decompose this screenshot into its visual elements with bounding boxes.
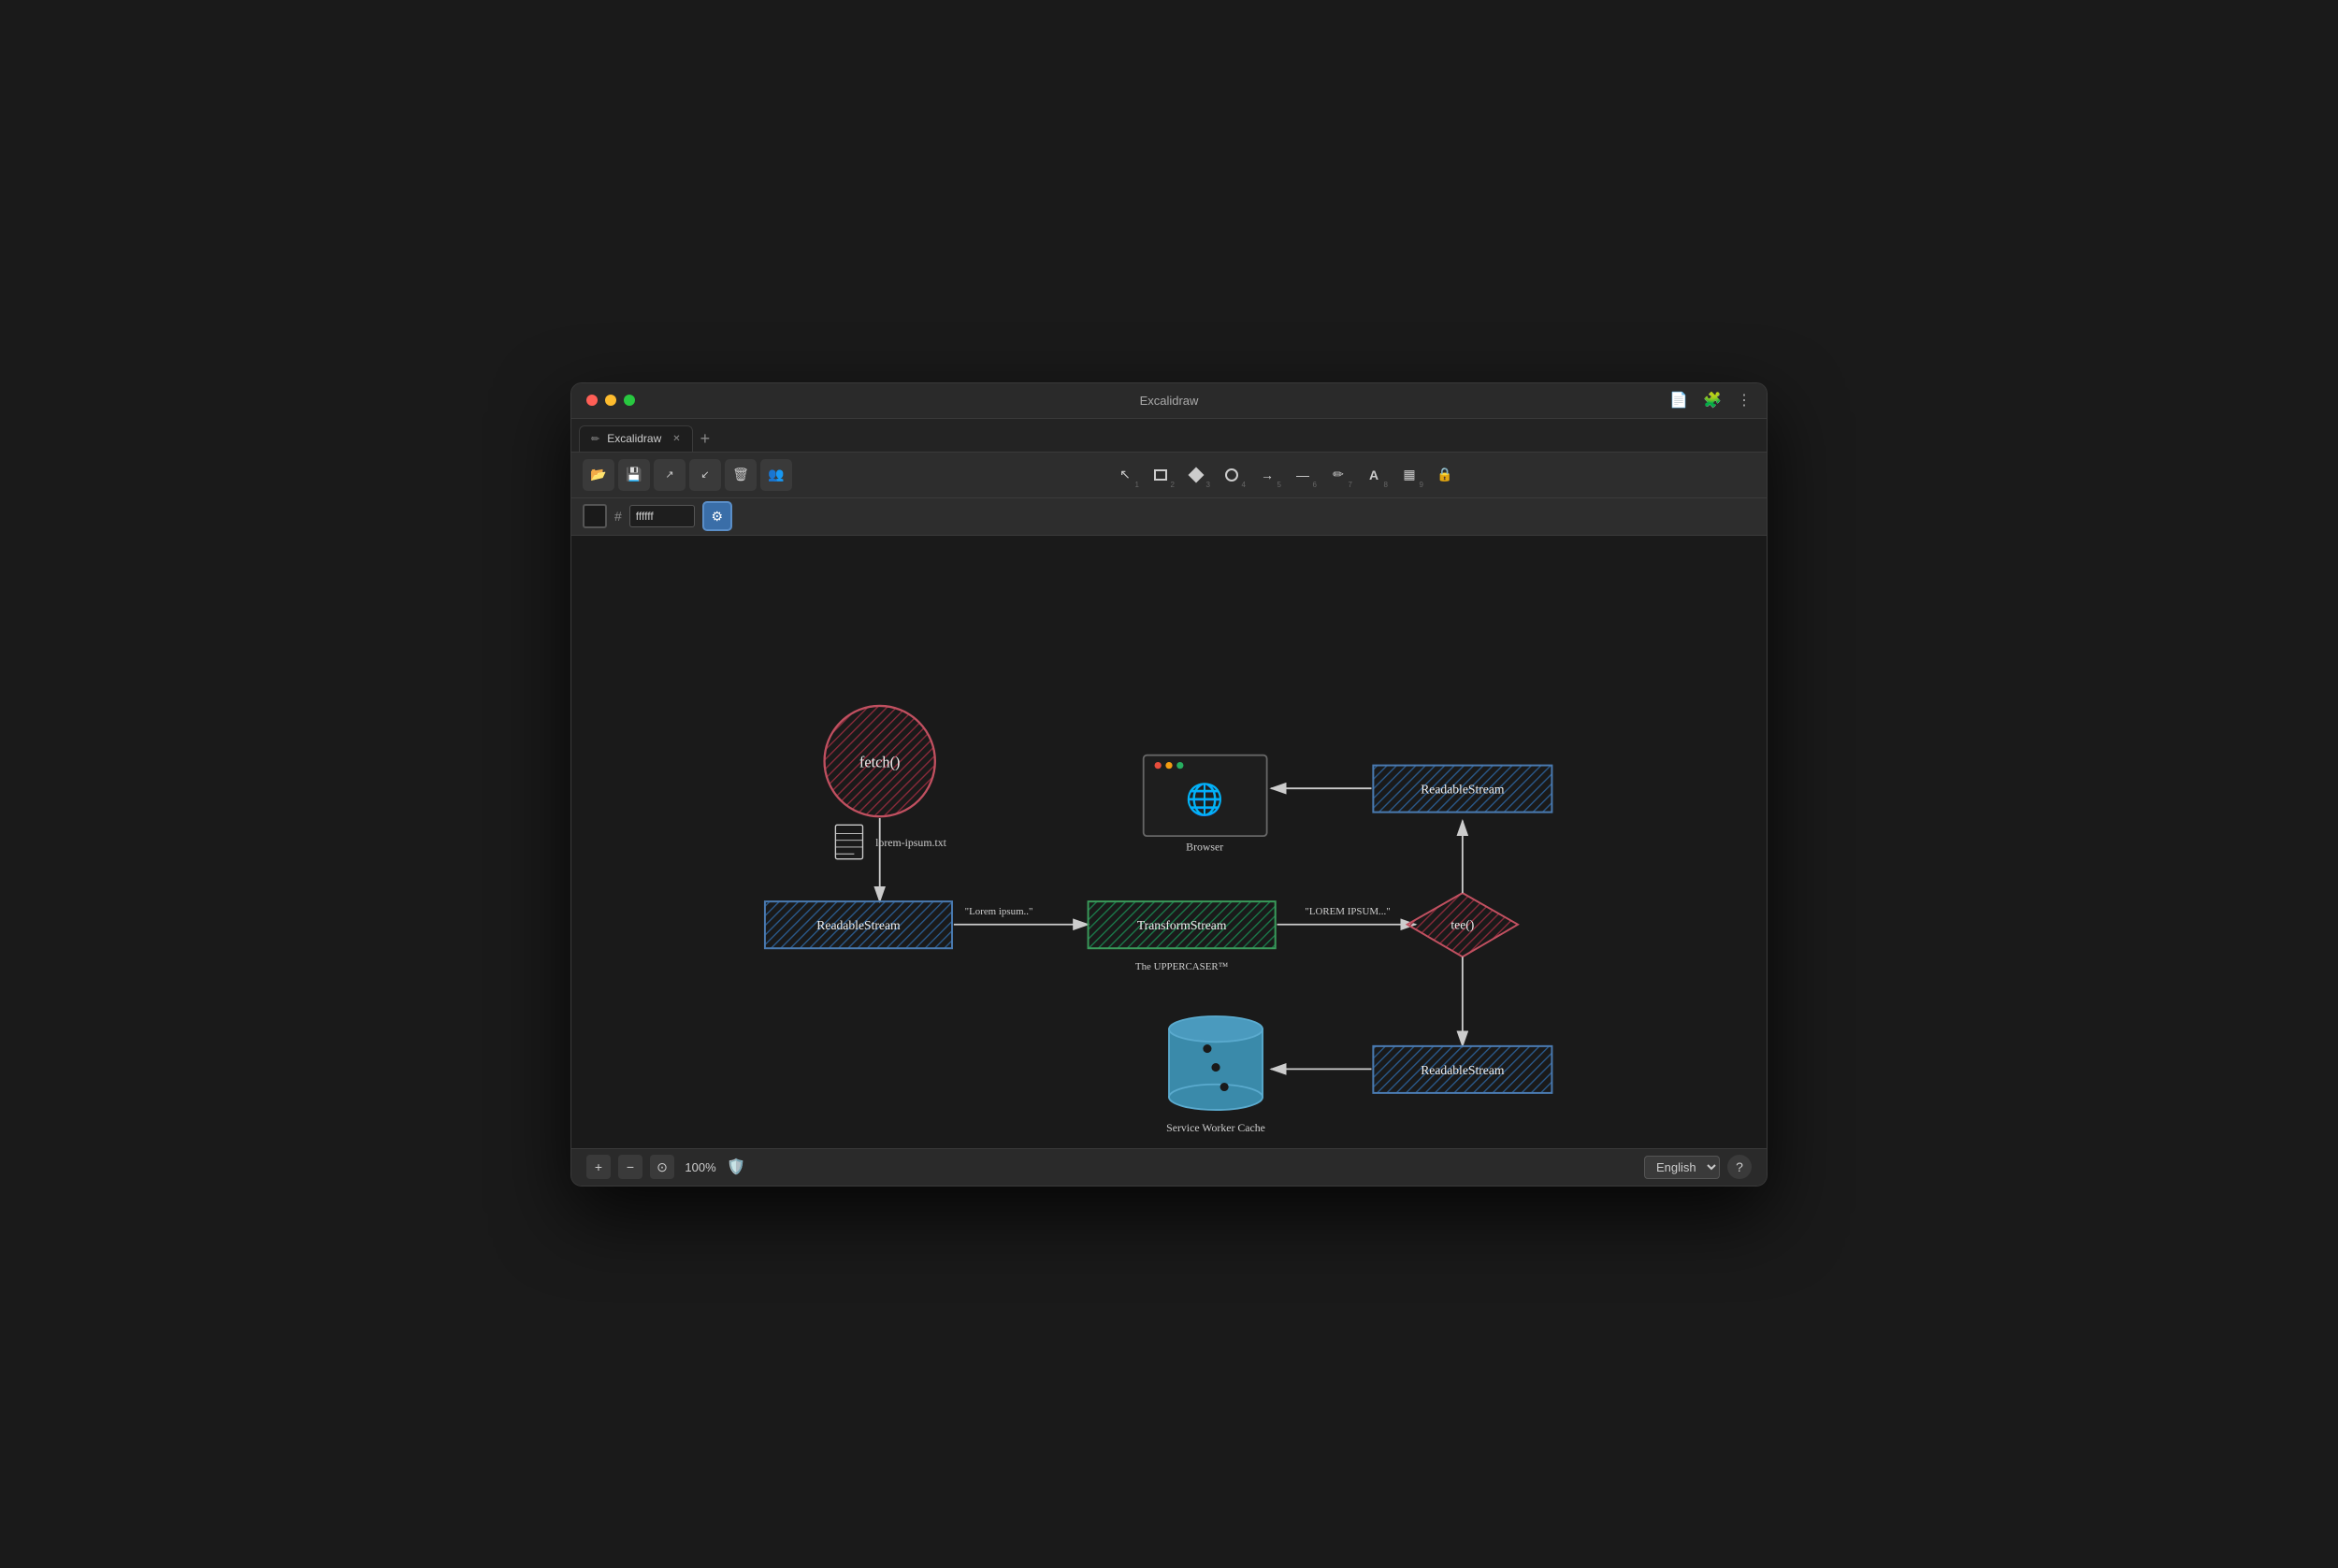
- export-button[interactable]: ↗: [654, 459, 686, 491]
- tab-close-button[interactable]: ✕: [672, 434, 680, 444]
- tab-favicon: ✏: [591, 433, 599, 445]
- table-tool[interactable]: ▦ 9: [1393, 459, 1426, 491]
- help-button[interactable]: ?: [1727, 1155, 1752, 1179]
- color-hex-input[interactable]: [629, 505, 695, 527]
- zoom-out-button[interactable]: −: [618, 1155, 642, 1179]
- users-button[interactable]: 👥: [760, 459, 792, 491]
- hash-symbol: #: [614, 509, 622, 524]
- settings-button[interactable]: ⚙: [702, 501, 732, 531]
- zoom-level: 100%: [682, 1160, 719, 1174]
- color-swatch[interactable]: [583, 504, 607, 528]
- drawing-toolbar: ↖ 1 2 3 4 → 5: [803, 453, 1767, 497]
- delete-button[interactable]: 🗑: [725, 459, 757, 491]
- arrow-tool[interactable]: → 5: [1250, 459, 1284, 491]
- title-bar-right: 📄 🧩 ⋮: [1669, 391, 1752, 410]
- zoom-controls: + − ⊙ 100% 🛡️: [586, 1155, 745, 1179]
- minimize-button[interactable]: [605, 395, 616, 406]
- line-tool[interactable]: — 6: [1286, 459, 1320, 491]
- svg-text:ReadableStream: ReadableStream: [1421, 1062, 1505, 1076]
- title-bar: Excalidraw 📄 🧩 ⋮: [571, 383, 1767, 419]
- extension-icon[interactable]: 🧩: [1703, 391, 1722, 410]
- active-tab[interactable]: ✏ Excalidraw ✕: [579, 425, 693, 452]
- select-tool[interactable]: ↖ 1: [1108, 459, 1142, 491]
- text-tool[interactable]: A 8: [1357, 459, 1391, 491]
- open-button[interactable]: 📂: [583, 459, 614, 491]
- traffic-lights: [586, 395, 635, 406]
- svg-text:ReadableStream: ReadableStream: [1421, 782, 1505, 796]
- status-badge: 🛡️: [727, 1158, 745, 1176]
- svg-text:TransformStream: TransformStream: [1137, 918, 1227, 932]
- svg-text:fetch(): fetch(): [859, 753, 901, 770]
- lock-tool[interactable]: 🔒: [1428, 459, 1462, 491]
- save-button[interactable]: 💾: [618, 459, 650, 491]
- svg-text:ReadableStream: ReadableStream: [816, 918, 901, 932]
- color-picker-row: # ⚙: [571, 498, 1767, 536]
- zoom-in-button[interactable]: +: [586, 1155, 611, 1179]
- svg-text:The UPPERCASER™: The UPPERCASER™: [1135, 960, 1229, 971]
- svg-text:🌐: 🌐: [1186, 781, 1224, 816]
- left-toolbar: 📂 💾 ↗ ↙ 🗑 👥: [571, 453, 803, 497]
- import-button[interactable]: ↙: [689, 459, 721, 491]
- maximize-button[interactable]: [624, 395, 635, 406]
- canvas-area[interactable]: fetch() lorem-ipsum.txt ReadableStream "…: [571, 536, 1767, 1148]
- svg-text:"LOREM IPSUM...": "LOREM IPSUM...": [1305, 905, 1390, 916]
- close-button[interactable]: [586, 395, 598, 406]
- ellipse-tool[interactable]: 4: [1215, 459, 1248, 491]
- bottom-bar: + − ⊙ 100% 🛡️ English ?: [571, 1148, 1767, 1186]
- svg-text:Browser: Browser: [1186, 840, 1223, 853]
- svg-text:lorem-ipsum.txt: lorem-ipsum.txt: [875, 836, 947, 849]
- bottom-right: English ?: [1644, 1155, 1752, 1179]
- window-frame: Excalidraw 📄 🧩 ⋮ ✏ Excalidraw ✕ + 📂 💾 ↗ …: [570, 382, 1768, 1187]
- svg-text:Service Worker Cache: Service Worker Cache: [1166, 1120, 1265, 1133]
- language-selector[interactable]: English: [1644, 1156, 1720, 1179]
- svg-text:tee(): tee(): [1450, 917, 1474, 932]
- tab-label: Excalidraw: [607, 432, 661, 445]
- document-icon[interactable]: 📄: [1669, 391, 1688, 410]
- tab-bar: ✏ Excalidraw ✕ +: [571, 419, 1767, 453]
- zoom-fit-icon: ⊙: [657, 1159, 668, 1175]
- menu-icon[interactable]: ⋮: [1737, 391, 1752, 410]
- rectangle-tool[interactable]: 2: [1144, 459, 1177, 491]
- pencil-tool[interactable]: ✏ 7: [1321, 459, 1355, 491]
- zoom-fit-button[interactable]: ⊙: [650, 1155, 674, 1179]
- new-tab-button[interactable]: +: [693, 425, 718, 452]
- diagram-svg: fetch() lorem-ipsum.txt ReadableStream "…: [571, 536, 1767, 1148]
- window-title: Excalidraw: [1140, 394, 1199, 408]
- svg-text:"Lorem ipsum..": "Lorem ipsum..": [965, 905, 1033, 916]
- diamond-tool[interactable]: 3: [1179, 459, 1213, 491]
